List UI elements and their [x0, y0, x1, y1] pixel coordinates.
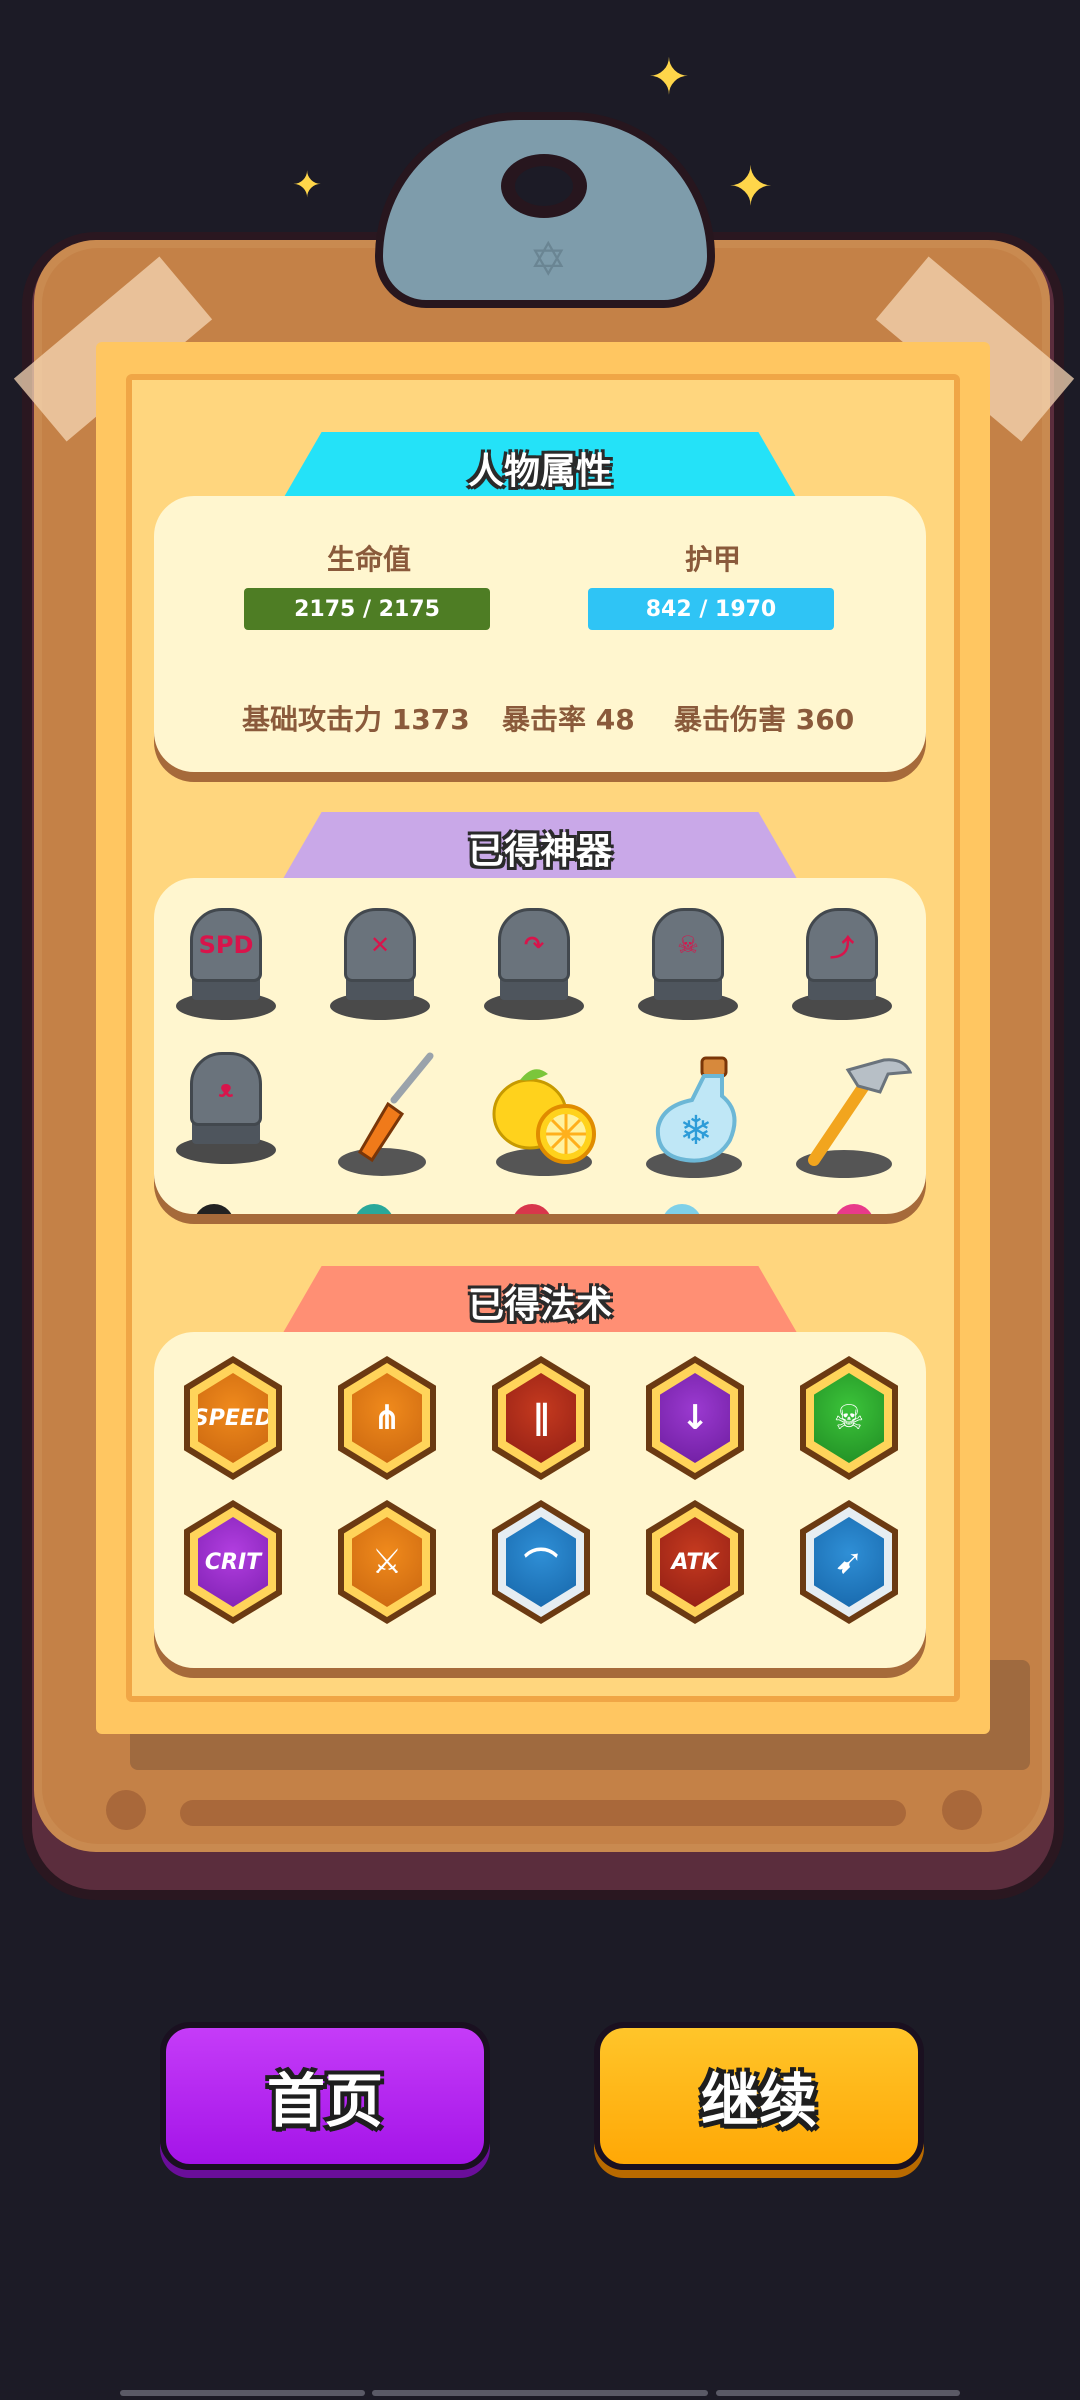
poison-skull-spell-icon[interactable]: ☠ — [800, 1356, 898, 1480]
clipboard-rail — [180, 1800, 906, 1826]
base-attack-stat: 基础攻击力 1373 — [242, 703, 470, 736]
continue-button[interactable]: 继续 — [594, 2022, 924, 2170]
armor-label: 护甲 — [684, 543, 741, 576]
skull-rune-stone-icon[interactable]: ☠ — [638, 908, 758, 1028]
triple-shot-spell-icon[interactable]: ⋔ — [338, 1356, 436, 1480]
rune-glyph: ☠ — [652, 908, 724, 982]
rune-glyph: ✕ — [344, 908, 416, 982]
spells-tab: 已得法术 — [280, 1266, 800, 1338]
crit-damage-stat: 暴击伤害 360 — [674, 703, 855, 736]
hidden-ring-icon — [662, 1204, 702, 1214]
rune-glyph: ᴥ — [190, 1052, 262, 1126]
sparkle-icon: ✦ — [292, 165, 323, 206]
sparkle-icon: ✦ — [728, 155, 774, 218]
armor-bar: 842 / 1970 — [588, 588, 834, 630]
svg-text:❄: ❄ — [679, 1108, 713, 1154]
speed-rune-stone-icon[interactable]: SPD — [176, 908, 296, 1028]
nav-bar-segment — [372, 2390, 708, 2396]
hidden-card-icon — [512, 1204, 552, 1214]
clipboard-clip: ✡ — [375, 112, 715, 308]
armor-value: 842 / 1970 — [645, 596, 777, 622]
clip-hole — [501, 154, 587, 218]
curved-arrow-rune-stone-icon[interactable]: ↷ — [484, 908, 604, 1028]
screwdriver-icon[interactable] — [330, 1052, 450, 1176]
rune-glyph: ↷ — [498, 908, 570, 982]
hammer-icon[interactable] — [792, 1052, 913, 1178]
rune-glyph: ⤴ — [806, 908, 878, 982]
hidden-pink-icon — [834, 1204, 874, 1214]
home-button[interactable]: 首页 — [160, 2022, 490, 2170]
continue-button-label: 继续 — [700, 2067, 817, 2135]
screw-icon — [942, 1790, 982, 1830]
nav-bar-segment — [716, 2390, 960, 2396]
rune-glyph: SPD — [190, 908, 262, 982]
speed-up-spell-icon[interactable]: SPEED — [184, 1356, 282, 1480]
screw-icon — [106, 1790, 146, 1830]
attributes-tab: 人物属性 — [280, 432, 800, 504]
hp-label: 生命值 — [326, 543, 411, 576]
boot-rune-stone-icon[interactable]: ⤴ — [792, 908, 912, 1028]
crit-up-spell-icon[interactable]: CRIT — [184, 1500, 282, 1624]
attack-up-spell-icon[interactable]: ATK — [646, 1500, 744, 1624]
crossed-swords-spell-icon[interactable]: ⚔ — [338, 1500, 436, 1624]
rage-face-rune-stone-icon[interactable]: ᴥ — [176, 1052, 296, 1172]
artifacts-tab: 已得神器 — [280, 812, 800, 884]
attributes-panel: 生命值 2175 / 2175 护甲 842 / 1970 基础攻击力 1373… — [154, 496, 926, 772]
hp-value: 2175 / 2175 — [294, 596, 440, 622]
artifacts-panel[interactable]: SPD ✕ ↷ ☠ ⤴ ᴥ ❄ — [154, 878, 926, 1214]
home-button-label: 首页 — [266, 2067, 383, 2135]
sparkle-icon: ✦ — [648, 48, 690, 106]
lemon-icon[interactable] — [484, 1052, 604, 1176]
hidden-orb-icon — [354, 1204, 394, 1214]
spells-panel: SPEED ⋔ ∥ ↓ ☠ CRIT ⚔ ⌒ ATK ➹ — [154, 1332, 926, 1668]
ricochet-spell-icon[interactable]: ⌒ — [492, 1500, 590, 1624]
star-of-david-icon: ✡ — [529, 232, 568, 286]
crit-rate-stat: 暴击率 48 — [502, 703, 635, 736]
orb-shot-spell-icon[interactable]: ➹ — [800, 1500, 898, 1624]
double-claw-spell-icon[interactable]: ∥ — [492, 1356, 590, 1480]
hp-bar: 2175 / 2175 — [244, 588, 490, 630]
crossed-arrows-rune-stone-icon[interactable]: ✕ — [330, 908, 450, 1028]
piercing-shot-spell-icon[interactable]: ↓ — [646, 1356, 744, 1480]
nav-bar-segment — [120, 2390, 365, 2396]
hidden-item-icon — [194, 1204, 234, 1214]
frost-potion-icon[interactable]: ❄ — [638, 1052, 758, 1178]
